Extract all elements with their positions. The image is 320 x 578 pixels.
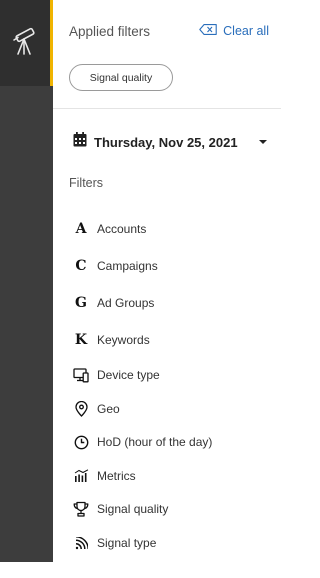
filter-item-ad-groups[interactable]: G Ad Groups (73, 288, 273, 318)
filter-item-keywords[interactable]: K Keywords (73, 325, 273, 355)
letter-a-icon: A (75, 221, 87, 237)
filter-item-label: HoD (hour of the day) (97, 435, 213, 449)
telescope-icon (10, 24, 40, 63)
filter-item-metrics[interactable]: Metrics (73, 461, 273, 491)
applied-filter-chip-label: Signal quality (89, 71, 153, 84)
filter-item-label: Accounts (97, 222, 147, 236)
signal-icon (73, 535, 89, 551)
filter-item-label: Ad Groups (97, 296, 155, 310)
clear-all-label: Clear all (223, 24, 269, 38)
rail-item-telescope[interactable] (0, 0, 53, 86)
side-rail (0, 0, 53, 562)
filter-item-label: Geo (97, 402, 120, 416)
filter-item-accounts[interactable]: A Accounts (73, 214, 273, 244)
date-selector[interactable]: Thursday, Nov 25, 2021 (73, 132, 271, 152)
filter-item-geo[interactable]: Geo (73, 394, 273, 424)
applied-filters-title: Applied filters (69, 23, 151, 39)
filter-item-label: Signal quality (97, 502, 169, 516)
devices-icon (73, 367, 89, 383)
letter-g-icon: G (75, 295, 87, 311)
bar-chart-icon (73, 468, 89, 484)
bottom-edge (0, 562, 281, 578)
filter-item-campaigns[interactable]: C Campaigns (73, 251, 273, 281)
filter-item-label: Campaigns (97, 259, 158, 273)
letter-k-icon: K (74, 332, 88, 348)
filter-item-signal-type[interactable]: Signal type (73, 528, 273, 558)
filter-item-label: Device type (97, 368, 160, 382)
filter-item-label: Metrics (97, 469, 136, 483)
applied-filters-header: Applied filters Clear all (69, 22, 269, 40)
applied-filter-chip[interactable]: Signal quality (69, 64, 173, 91)
filter-item-label: Signal type (97, 536, 157, 550)
calendar-icon (73, 132, 87, 152)
filters-title: Filters (69, 176, 104, 190)
letter-c-icon: C (75, 258, 87, 274)
divider (53, 108, 281, 109)
clock-icon (73, 434, 89, 450)
filters-panel: Applied filters Clear all Signal quality (53, 0, 281, 562)
filter-item-device-type[interactable]: Device type (73, 360, 273, 390)
location-pin-icon (73, 401, 89, 417)
clear-filter-icon (199, 24, 217, 38)
filter-item-label: Keywords (97, 333, 150, 347)
trophy-icon (73, 501, 89, 517)
chevron-down-icon (259, 140, 267, 144)
date-label: Thursday, Nov 25, 2021 (94, 134, 238, 150)
clear-all-button[interactable]: Clear all (199, 24, 269, 38)
filter-item-signal-quality[interactable]: Signal quality (73, 494, 273, 524)
filter-item-hod[interactable]: HoD (hour of the day) (73, 427, 273, 457)
